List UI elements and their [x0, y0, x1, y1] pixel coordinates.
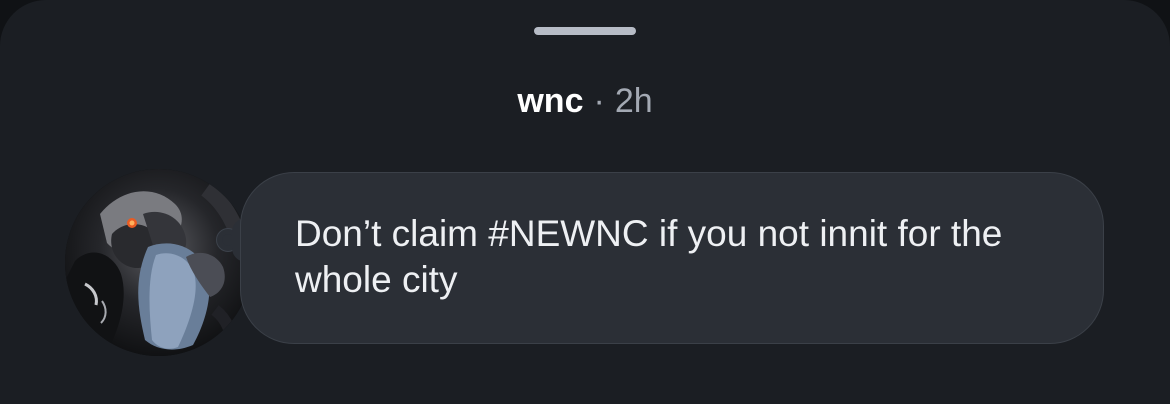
post-time: 2h	[614, 82, 653, 120]
post-header: wnc · 2h	[0, 80, 1170, 122]
message-bubble[interactable]: Don’t claim #NEWNC if you not innit for …	[216, 172, 1106, 346]
username[interactable]: wnc	[517, 82, 583, 120]
separator-dot: ·	[593, 82, 605, 120]
message-text: Don’t claim #NEWNC if you not innit for …	[295, 213, 1003, 300]
drag-handle-icon[interactable]	[534, 27, 636, 35]
bottom-sheet: wnc · 2h Don’t claim #NEWNC if you not i…	[0, 0, 1170, 404]
thought-bubble: Don’t claim #NEWNC if you not innit for …	[240, 172, 1104, 344]
